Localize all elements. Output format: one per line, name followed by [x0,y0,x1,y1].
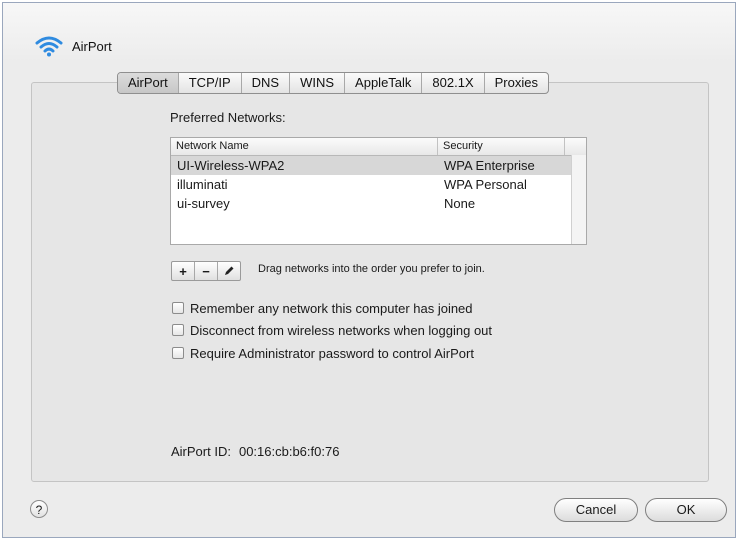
network-name-cell: illuminati [177,177,228,192]
network-name-cell: ui-survey [177,196,230,211]
network-list-controls: + − [171,261,241,281]
drag-hint-text: Drag networks into the order you prefer … [258,263,485,275]
table-header: Network Name Security [171,138,586,156]
edit-network-button[interactable] [217,262,240,280]
remember-networks-checkbox[interactable] [172,302,184,314]
cancel-button[interactable]: Cancel [554,498,638,522]
window-header [3,3,735,63]
tab-dns[interactable]: DNS [240,73,289,93]
pencil-icon [225,266,234,275]
help-button[interactable]: ? [30,500,48,518]
window-title: AirPort [72,38,112,54]
column-header-spacer [565,138,586,155]
security-cell: WPA Personal [444,177,527,192]
airport-id-label: AirPort ID: [171,444,231,459]
table-scrollbar[interactable] [571,155,586,244]
remember-networks-label: Remember any network this computer has j… [190,300,473,316]
tab-wins[interactable]: WINS [289,73,344,93]
airport-id-row: AirPort ID: 00:16:cb:b6:f0:76 [171,444,339,459]
require-admin-option[interactable]: Require Administrator password to contro… [172,344,474,362]
tab-tcpip[interactable]: TCP/IP [177,73,241,93]
table-row[interactable]: ui-survey None [171,194,586,213]
add-network-button[interactable]: + [172,262,194,280]
tab-proxies[interactable]: Proxies [483,73,548,93]
disconnect-on-logout-option[interactable]: Disconnect from wireless networks when l… [172,321,492,339]
tab-8021x[interactable]: 802.1X [421,73,483,93]
table-body: UI-Wireless-WPA2 WPA Enterprise illumina… [171,156,586,213]
window-title-row: AirPort [34,34,112,58]
remove-network-button[interactable]: − [194,262,217,280]
remember-networks-option[interactable]: Remember any network this computer has j… [172,299,473,317]
security-cell: WPA Enterprise [444,158,535,173]
table-row[interactable]: illuminati WPA Personal [171,175,586,194]
ok-button[interactable]: OK [645,498,727,522]
table-row[interactable]: UI-Wireless-WPA2 WPA Enterprise [171,156,586,175]
tab-appletalk[interactable]: AppleTalk [344,73,421,93]
require-admin-checkbox[interactable] [172,347,184,359]
disconnect-on-logout-label: Disconnect from wireless networks when l… [190,322,493,338]
preferred-networks-label: Preferred Networks: [170,110,286,125]
column-header-security[interactable]: Security [438,138,565,155]
wifi-icon [35,36,63,57]
security-cell: None [444,196,476,211]
column-header-network-name[interactable]: Network Name [171,138,438,155]
preferred-networks-table[interactable]: Network Name Security UI-Wireless-WPA2 W… [170,137,587,245]
tab-bar: AirPort TCP/IP DNS WINS AppleTalk 802.1X… [117,72,549,94]
airport-id-value: 00:16:cb:b6:f0:76 [238,444,340,459]
tab-airport[interactable]: AirPort [118,73,178,93]
require-admin-label: Require Administrator password to contro… [190,345,474,361]
network-name-cell: UI-Wireless-WPA2 [177,158,285,173]
disconnect-on-logout-checkbox[interactable] [172,324,184,336]
